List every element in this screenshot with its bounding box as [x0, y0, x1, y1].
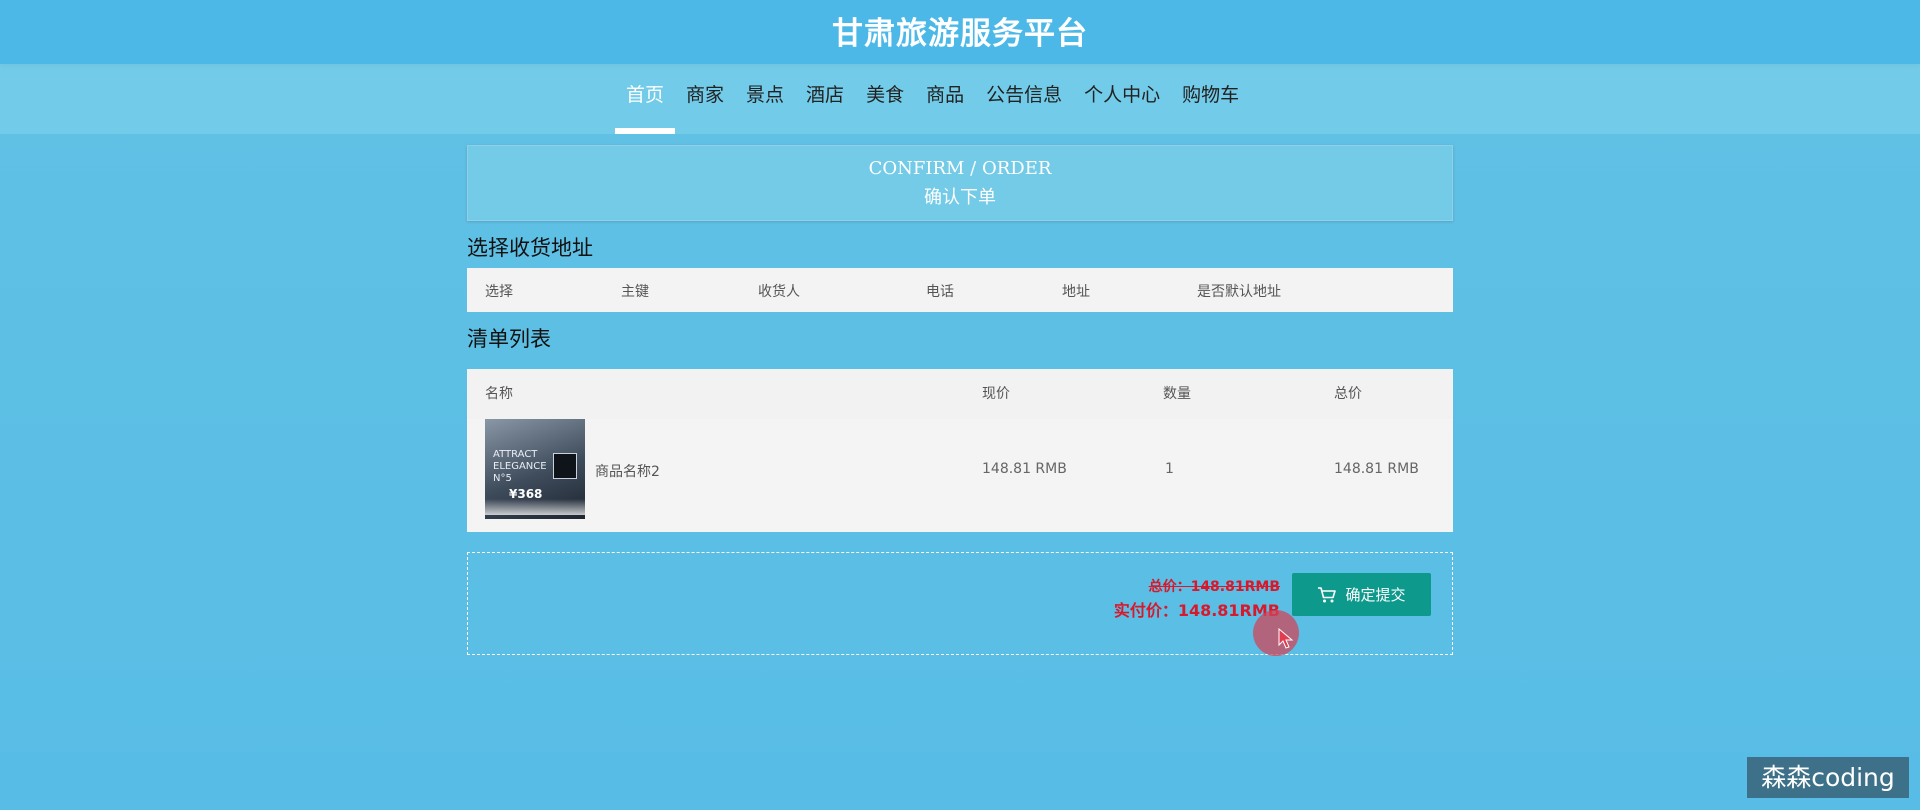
nav-item-announcements[interactable]: 公告信息	[975, 64, 1073, 134]
nav-item-products[interactable]: 商品	[915, 64, 975, 134]
address-section-title: 选择收货地址	[467, 236, 593, 260]
address-table-header: 选择 主键 收货人 电话 地址 是否默认地址	[467, 268, 1453, 312]
nav-item-cart[interactable]: 购物车	[1171, 64, 1250, 134]
product-quantity: 1	[1165, 461, 1174, 477]
pay-price-label: 实付价：148.81RMB	[1113, 601, 1280, 620]
header-bar: 甘肃旅游服务平台	[0, 0, 1920, 64]
address-col-default: 是否默认地址	[1197, 284, 1281, 300]
nav-list: 首页 商家 景点 酒店 美食 商品 公告信息 个人中心 购物车	[615, 64, 1250, 134]
nav-item-profile[interactable]: 个人中心	[1073, 64, 1171, 134]
submit-order-button[interactable]: 确定提交	[1292, 573, 1431, 616]
goods-col-price: 现价	[982, 386, 1010, 402]
nav-item-home[interactable]: 首页	[615, 64, 676, 134]
address-col-phone: 电话	[926, 284, 954, 300]
goods-col-quantity: 数量	[1163, 386, 1191, 402]
nav-item-merchants[interactable]: 商家	[675, 64, 735, 134]
goods-col-total: 总价	[1334, 386, 1362, 402]
product-price: 148.81 RMB	[982, 461, 1067, 477]
goods-table: 名称 现价 数量 总价 ATTRACT ELEGANCE N°5 ¥368 商品名称…	[467, 369, 1453, 532]
cart-icon	[1318, 586, 1337, 602]
goods-col-name: 名称	[485, 386, 513, 402]
confirm-title-en: CONFIRM / ORDER	[868, 158, 1052, 179]
watermark: 森森coding	[1747, 757, 1909, 798]
address-col-receiver: 收货人	[758, 284, 800, 300]
address-col-address: 地址	[1062, 284, 1090, 300]
address-col-select: 选择	[485, 284, 513, 300]
confirm-title-cn: 确认下单	[924, 187, 996, 208]
product-image-caption: ATTRACT ELEGANCE N°5	[493, 449, 547, 484]
site-title: 甘肃旅游服务平台	[832, 15, 1088, 52]
nav-item-attractions[interactable]: 景点	[735, 64, 795, 134]
product-bottle-shape	[553, 453, 577, 479]
nav-item-food[interactable]: 美食	[855, 64, 915, 134]
order-summary: 总价：148.81RMB 实付价：148.81RMB 确定提交	[467, 552, 1453, 655]
total-price-label: 总价：148.81RMB	[1148, 579, 1280, 595]
nav-item-hotels[interactable]: 酒店	[795, 64, 855, 134]
submit-order-label: 确定提交	[1345, 586, 1406, 604]
address-col-id: 主键	[621, 284, 649, 300]
product-total: 148.81 RMB	[1334, 461, 1419, 477]
mouse-cursor-icon	[1278, 628, 1294, 649]
goods-section-title: 清单列表	[467, 327, 551, 351]
product-image[interactable]: ATTRACT ELEGANCE N°5 ¥368	[485, 419, 585, 519]
product-image-glow	[485, 499, 585, 515]
product-name: 商品名称2	[595, 464, 660, 480]
confirm-order-banner: CONFIRM / ORDER 确认下单	[467, 145, 1453, 221]
main-nav: 首页 商家 景点 酒店 美食 商品 公告信息 个人中心 购物车	[0, 64, 1920, 134]
